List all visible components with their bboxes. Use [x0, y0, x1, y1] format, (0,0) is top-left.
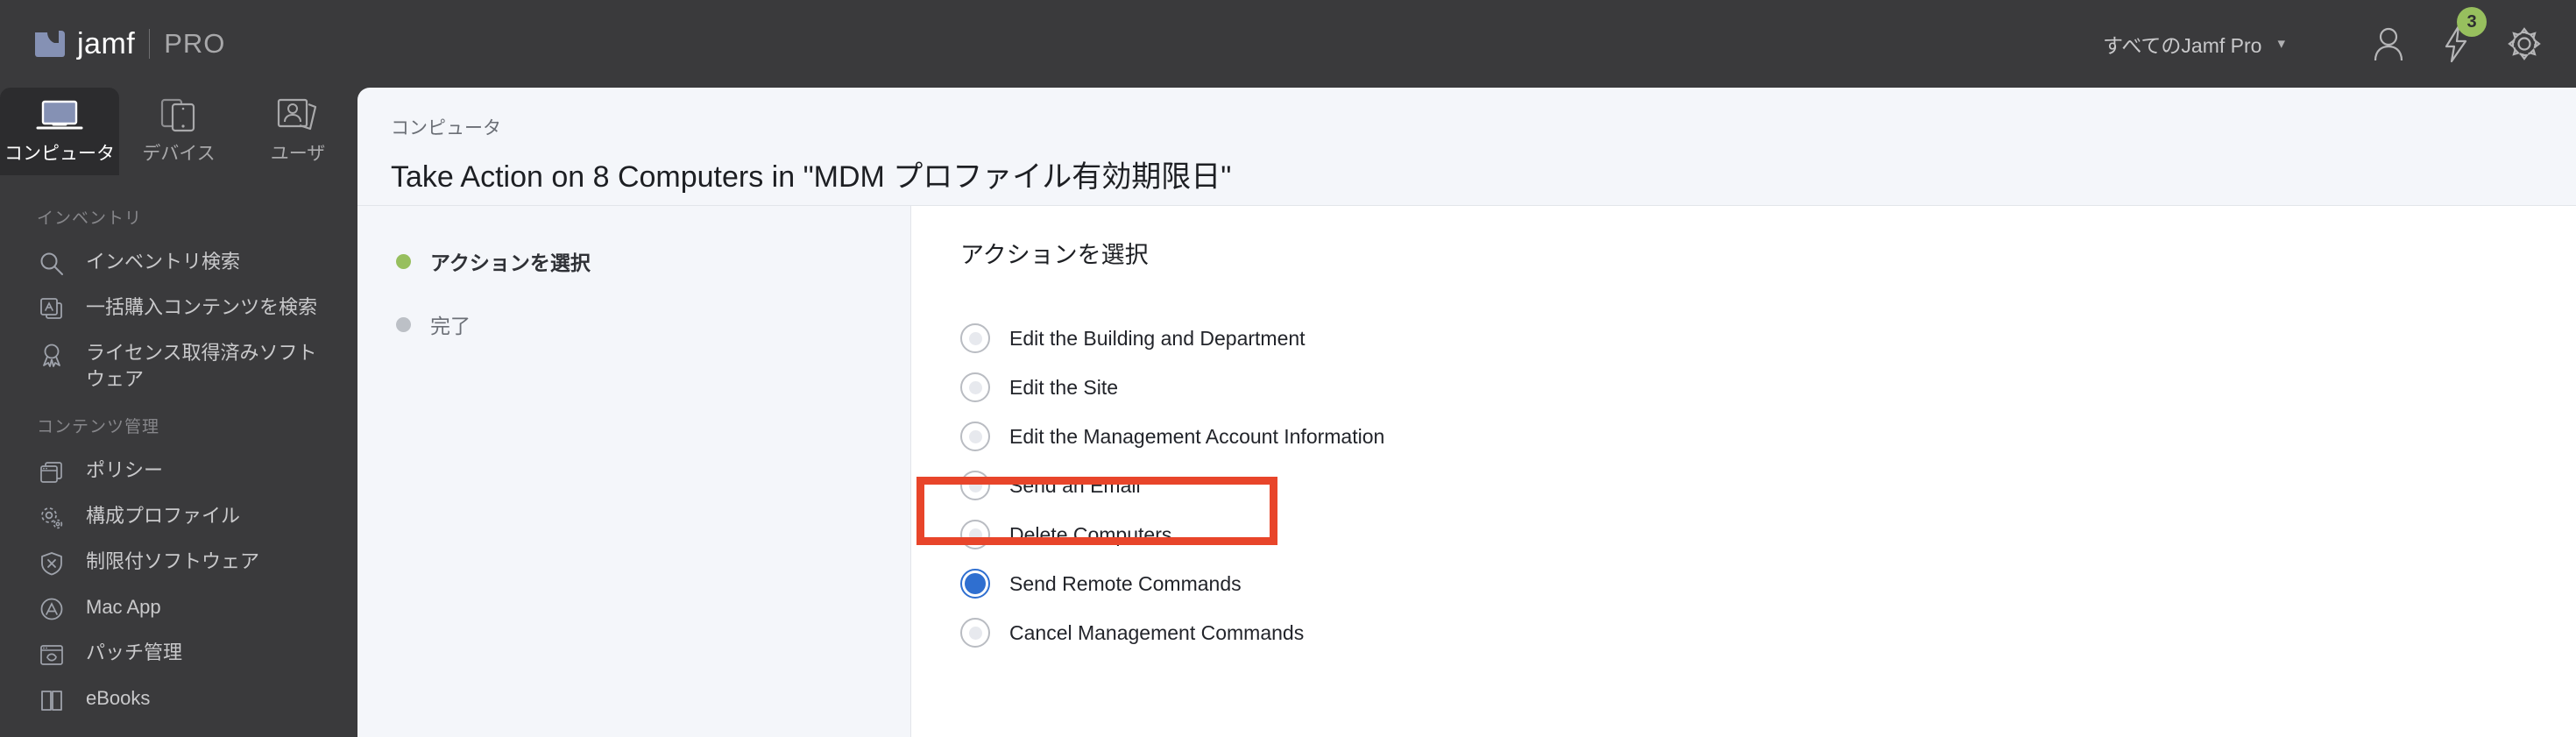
sidebar-item-configuration-profiles[interactable]: 構成プロファイル [0, 495, 357, 541]
breadcrumb[interactable]: コンピュータ [391, 114, 2576, 140]
option-edit-site[interactable]: Edit the Site [960, 363, 2576, 412]
sidebar-item-label: ライセンス取得済みソフトウェア [86, 342, 317, 390]
sidebar-item-label: 制限付ソフトウェア [86, 550, 260, 573]
radio-button[interactable] [960, 422, 990, 451]
sidebar-item-licensed-software[interactable]: ライセンス取得済みソフトウェア [0, 332, 357, 400]
option-send-an-email[interactable]: Send an Email [960, 461, 2576, 510]
sidebar-item-volume-purchasing[interactable]: 一括購入コンテンツを検索 [0, 287, 357, 332]
settings-button[interactable] [2506, 25, 2543, 62]
step-status-dot [396, 316, 411, 332]
radio-button[interactable] [960, 323, 990, 353]
sidebar-group-title-inventory: インベントリ [37, 209, 143, 228]
step-status-dot [396, 253, 411, 269]
wizard-step-complete[interactable]: 完了 [357, 301, 910, 348]
nav-tab-computers[interactable]: コンピュータ [0, 88, 119, 175]
brand-divider [149, 29, 151, 59]
sidebar-item-patch-management[interactable]: パッチ管理 [0, 632, 357, 677]
app-store-circle-icon [37, 594, 67, 624]
wizard: アクションを選択 完了 アクションを選択 Edit the Building a… [357, 205, 2576, 737]
page-header: コンピュータ Take Action on 8 Computers in "MD… [357, 88, 2576, 195]
sidebar-item-label: インベントリ検索 [86, 251, 241, 273]
wizard-step-label: 完了 [430, 315, 471, 337]
sidebar-item-label: Mac App [86, 596, 161, 619]
option-delete-computers[interactable]: Delete Computers [960, 510, 2576, 559]
radio-button-selected[interactable] [960, 569, 990, 599]
scope-selector-label: すべてのJamf Pro [2102, 34, 2262, 57]
mobile-devices-icon [157, 97, 201, 132]
option-label: Cancel Management Commands [1009, 620, 1305, 644]
brand-name: jamf [77, 26, 136, 60]
option-edit-management-account[interactable]: Edit the Management Account Information [960, 412, 2576, 461]
sidebar-item-ebooks[interactable]: eBooks [0, 677, 357, 723]
laptop-icon [36, 97, 83, 132]
sidebar-scroll: インベントリ インベントリ検索 一括購入コンテンツを検索 ライセンス取得済みソフ… [0, 175, 357, 723]
nav-tab-label: デバイス [142, 144, 216, 164]
left-navigation: コンピュータ デバイス ユーザ インベントリ インベントリ検索 一括購入コンテン… [0, 88, 357, 737]
app-store-stack-icon [37, 294, 67, 324]
step-spacer [357, 285, 910, 301]
option-label: Send an Email [1009, 473, 1141, 497]
chevron-down-icon: ▾ [2277, 35, 2285, 52]
nav-tab-users[interactable]: ユーザ [238, 88, 357, 175]
action-radio-group: Edit the Building and Department Edit th… [960, 314, 2576, 657]
page-title: Take Action on 8 Computers in "MDM プロファイ… [391, 160, 1232, 194]
sidebar-item-policies[interactable]: ポリシー [0, 450, 357, 495]
panel-title: アクションを選択 [960, 242, 1149, 268]
nav-tab-bar: コンピュータ デバイス ユーザ [0, 88, 357, 175]
shield-x-icon [37, 549, 67, 578]
wizard-step-label: アクションを選択 [430, 252, 591, 274]
brand-logo[interactable]: jamf PRO [35, 0, 225, 88]
action-panel: アクションを選択 Edit the Building and Departmen… [911, 206, 2576, 737]
book-icon [37, 685, 67, 715]
activity-button[interactable]: 3 [2441, 7, 2487, 63]
jamf-logo-icon [35, 29, 65, 59]
top-bar: jamf PRO すべてのJamf Pro ▾ 3 [0, 0, 2576, 88]
sidebar-item-restricted-software[interactable]: 制限付ソフトウェア [0, 541, 357, 586]
sidebar-item-label: 構成プロファイル [86, 505, 241, 528]
gears-icon [37, 503, 67, 533]
users-cards-icon [275, 97, 321, 132]
sidebar-item-label: 一括購入コンテンツを検索 [86, 296, 318, 318]
sidebar-item-label: パッチ管理 [86, 641, 183, 664]
wizard-step-select-action[interactable]: アクションを選択 [357, 237, 910, 285]
radio-button[interactable] [960, 372, 990, 402]
brand-suffix: PRO [164, 28, 226, 59]
sidebar-item-label: ポリシー [86, 459, 164, 482]
option-label: Edit the Management Account Information [1009, 424, 1385, 448]
main-content: コンピュータ Take Action on 8 Computers in "MD… [357, 88, 2576, 737]
user-icon [2374, 27, 2403, 61]
option-edit-building-department[interactable]: Edit the Building and Department [960, 314, 2576, 363]
radio-button[interactable] [960, 618, 990, 648]
option-label: Edit the Site [1009, 375, 1119, 399]
nav-tab-devices[interactable]: デバイス [119, 88, 238, 175]
nav-tab-label: ユーザ [270, 144, 326, 164]
nav-tab-label: コンピュータ [4, 144, 115, 164]
top-bar-actions: すべてのJamf Pro ▾ 3 [2103, 0, 2576, 88]
radio-button[interactable] [960, 520, 990, 549]
option-label: Delete Computers [1009, 522, 1172, 546]
scope-selector[interactable]: すべてのJamf Pro ▾ [2103, 29, 2285, 59]
sidebar-group-title-content: コンテンツ管理 [37, 418, 160, 437]
option-cancel-management-commands[interactable]: Cancel Management Commands [960, 608, 2576, 657]
option-send-remote-commands[interactable]: Send Remote Commands [960, 559, 2576, 608]
sidebar-item-mac-app[interactable]: Mac App [0, 586, 357, 632]
sidebar-item-label: eBooks [86, 687, 151, 710]
award-ribbon-icon [37, 340, 67, 370]
option-label: Send Remote Commands [1009, 571, 1242, 595]
app-root: jamf PRO すべてのJamf Pro ▾ 3 コンピュータ デバイス ユー… [0, 0, 2576, 737]
search-icon [37, 249, 67, 279]
sidebar-item-inventory-search[interactable]: インベントリ検索 [0, 241, 357, 287]
option-label: Edit the Building and Department [1009, 326, 1306, 350]
wizard-steps: アクションを選択 完了 [357, 206, 911, 737]
account-button[interactable] [2371, 25, 2406, 62]
activity-badge: 3 [2457, 7, 2487, 37]
policies-window-icon [37, 457, 67, 487]
gear-icon [2508, 27, 2541, 60]
patch-refresh-icon [37, 640, 67, 670]
radio-button[interactable] [960, 471, 990, 500]
